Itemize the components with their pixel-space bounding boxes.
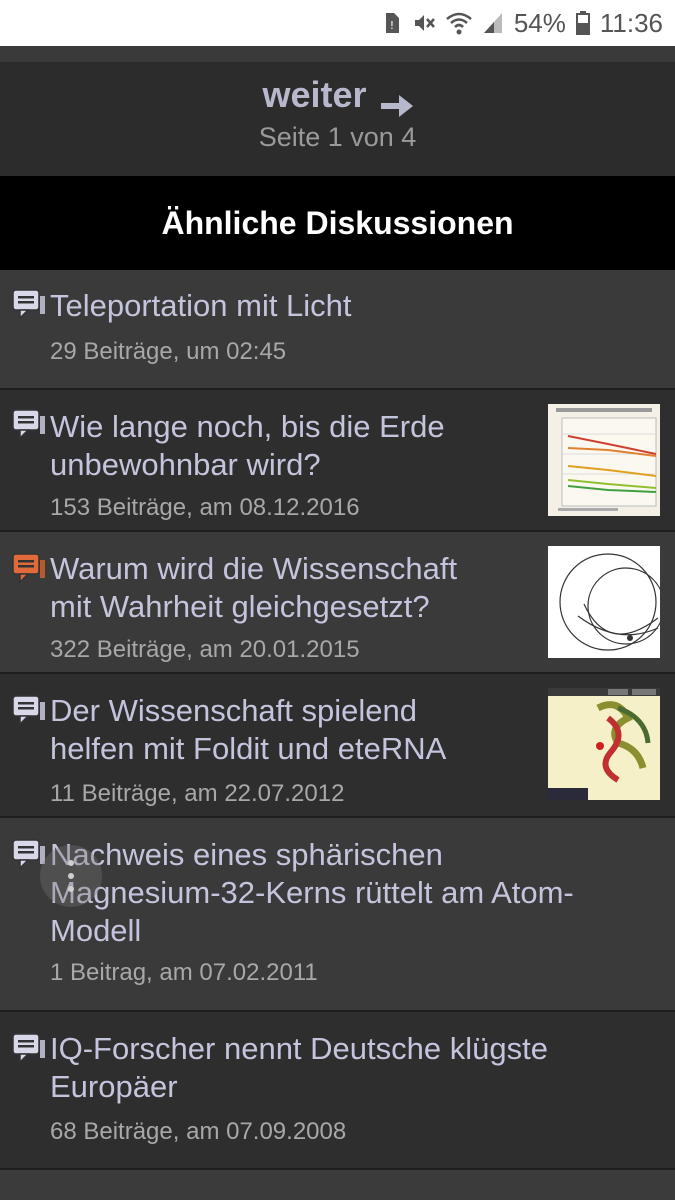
arrow-right-icon [380,84,413,117]
list-item[interactable]: Warum wird die Wissenschaft mit Wahrheit… [0,532,675,674]
discussion-title[interactable]: Der Wissenschaft spielend helfen mit Fol… [50,692,446,768]
list-item[interactable]: Wie lange noch, bis die Erde unbewohnbar… [0,390,675,532]
discussion-meta: 68 Beiträge, am 07.09.2008 [50,1118,347,1145]
discussion-title[interactable]: Nachweis eines sphärischen Magnesium-32-… [50,836,574,950]
list-item[interactable]: Teleportation mit Licht 29 Beiträge, um … [0,270,675,390]
discussion-icon-hot [12,552,46,586]
discussion-meta: 29 Beiträge, um 02:45 [50,338,287,365]
battery-percent: 54% [513,7,566,38]
bottom-strip [0,1170,675,1200]
discussion-icon [12,288,46,322]
clock: 11:36 [599,7,663,38]
discussion-meta: 322 Beiträge, am 20.01.2015 [50,636,360,663]
thumbnail-image[interactable] [548,404,660,516]
discussion-title[interactable]: Warum wird die Wissenschaft mit Wahrheit… [50,550,457,626]
mute-icon [412,11,436,35]
discussion-icon [12,408,46,442]
list-item[interactable]: Der Wissenschaft spielend helfen mit Fol… [0,674,675,818]
discussion-meta: 11 Beiträge, am 22.07.2012 [50,780,345,807]
next-page-link[interactable]: weiter [0,74,675,117]
discussion-title[interactable]: Wie lange noch, bis die Erde unbewohnbar… [50,408,445,484]
list-item[interactable]: IQ-Forscher nennt Deutsche klügste Europ… [0,1012,675,1170]
discussion-icon [12,1032,46,1066]
discussion-title[interactable]: Teleportation mit Licht [50,287,352,325]
more-vert-icon [68,860,74,892]
list-item[interactable]: Nachweis eines sphärischen Magnesium-32-… [0,818,675,1012]
discussion-title[interactable]: IQ-Forscher nennt Deutsche klügste Europ… [50,1030,548,1106]
svg-text:!: ! [390,19,394,32]
status-bar: ! 54% 11:36 [0,0,675,46]
thumbnail-image[interactable] [548,688,660,800]
status-icons: ! 54% 11:36 [382,0,663,46]
thumbnail-image[interactable] [548,546,660,658]
battery-icon [575,11,590,35]
sim-alert-icon: ! [382,11,402,35]
overlay-menu-button[interactable] [40,845,102,907]
page-indicator: Seite 1 von 4 [258,122,417,152]
discussion-meta: 1 Beitrag, am 07.02.2011 [50,959,318,986]
discussion-meta: 153 Beiträge, am 08.12.2016 [50,494,360,521]
discussion-icon [12,694,46,728]
section-title: Ähnliche Diskussionen [0,176,675,270]
next-page-label: weiter [262,74,367,115]
signal-icon [482,11,504,35]
wifi-icon [446,11,472,35]
